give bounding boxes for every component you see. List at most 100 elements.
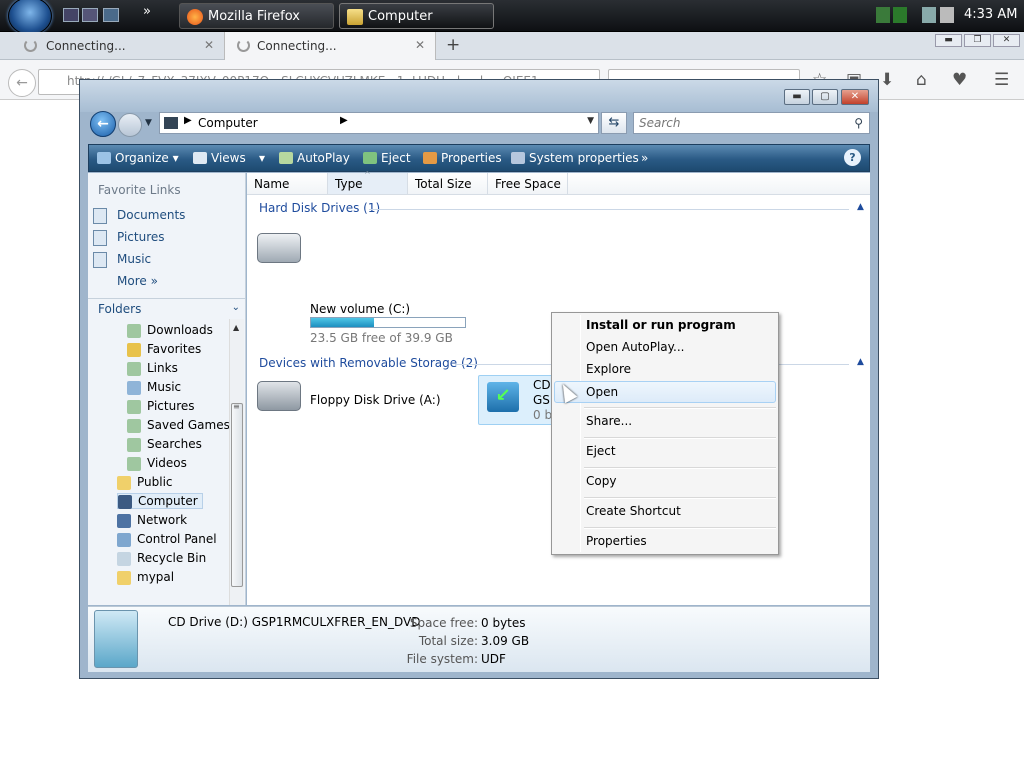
taskbar-button-firefox[interactable]: Mozilla Firefox — [179, 3, 334, 29]
scroll-thumb[interactable] — [231, 403, 243, 587]
search-icon[interactable]: ⚲ — [854, 116, 863, 130]
tree-item-label: Recycle Bin — [137, 551, 207, 565]
system-properties-button[interactable]: System properties — [511, 151, 639, 165]
tree-item-music[interactable]: Music — [127, 380, 181, 395]
cd-autoplay-icon[interactable]: ↙ — [487, 382, 519, 412]
taskbar-button-computer[interactable]: Computer — [339, 3, 494, 29]
show-desktop-icon[interactable] — [63, 8, 79, 22]
column-free-space[interactable]: Free Space — [488, 173, 568, 194]
scroll-up-icon[interactable]: ▲ — [233, 323, 239, 332]
tree-item-searches[interactable]: Searches — [127, 437, 202, 452]
collapse-group-icon[interactable]: ▲ — [857, 202, 864, 212]
explorer-titlebar[interactable]: ▬ ▢ ✕ — [80, 80, 878, 112]
fav-link-pictures[interactable]: Pictures — [93, 230, 165, 246]
hamburger-menu-icon[interactable]: ☰ — [994, 70, 1009, 90]
tree-item-public[interactable]: Public — [117, 475, 173, 490]
views-button[interactable]: Views — [193, 151, 246, 165]
computer-icon[interactable] — [82, 8, 98, 22]
tree-item-links[interactable]: Links — [127, 361, 178, 376]
tab-close-icon[interactable]: ✕ — [204, 38, 214, 52]
recent-pages-dropdown-icon[interactable]: ▼ — [145, 118, 152, 128]
more-commands-icon[interactable]: » — [641, 151, 648, 165]
column-name[interactable]: Name — [247, 173, 328, 194]
tree-item-label: Control Panel — [137, 532, 217, 546]
drive-a-name[interactable]: Floppy Disk Drive (A:) — [310, 393, 441, 407]
volume-muted-icon[interactable] — [940, 7, 954, 23]
window-switch-icon[interactable] — [103, 8, 119, 22]
fav-link-more[interactable]: More » — [93, 274, 158, 288]
tab-connecting-1[interactable]: Connecting... ✕ — [0, 32, 222, 60]
group-hard-disk-drives[interactable]: Hard Disk Drives (1) — [259, 201, 380, 215]
computer-icon — [118, 495, 132, 509]
maximize-button[interactable]: ▢ — [812, 89, 838, 105]
explorer-folder-icon — [347, 9, 363, 25]
security-shield-icon[interactable] — [876, 7, 890, 23]
tab-close-icon[interactable]: ✕ — [415, 38, 425, 52]
close-button[interactable]: ✕ — [841, 89, 869, 105]
folders-header[interactable]: Folders ⌄ — [88, 298, 246, 318]
properties-button[interactable]: Properties — [423, 151, 502, 165]
menu-item-properties[interactable]: Properties — [554, 531, 776, 553]
download-arrow-icon[interactable]: ⬇ — [880, 70, 894, 90]
eject-button[interactable]: Eject — [363, 151, 411, 165]
menu-item-install-or-run[interactable]: Install or run program — [554, 315, 776, 337]
back-button[interactable]: ← — [90, 111, 116, 137]
views-dropdown-icon[interactable]: ▾ — [259, 151, 265, 165]
new-tab-button[interactable]: + — [446, 35, 460, 55]
forward-button[interactable] — [118, 113, 142, 137]
tree-item-computer[interactable]: Computer — [117, 493, 203, 509]
start-button[interactable] — [8, 0, 52, 35]
tree-scrollbar[interactable]: ▲ ≡ — [229, 319, 244, 605]
clock[interactable]: 4:33 AM — [964, 7, 1017, 22]
search-input[interactable]: Search ⚲ — [633, 112, 870, 134]
breadcrumb-arrow-icon[interactable]: ▶ — [184, 115, 192, 126]
autoplay-button[interactable]: AutoPlay — [279, 151, 350, 165]
tree-item-pictures[interactable]: Pictures — [127, 399, 195, 414]
menu-item-open[interactable]: Open — [554, 381, 776, 403]
tree-item-control-panel[interactable]: Control Panel — [117, 532, 217, 547]
drive-c-name[interactable]: New volume (C:) — [310, 302, 410, 316]
menu-item-create-shortcut[interactable]: Create Shortcut — [554, 501, 776, 523]
back-arrow-icon[interactable]: ← — [8, 69, 36, 97]
tab-connecting-2[interactable]: Connecting... ✕ — [224, 32, 436, 60]
fav-link-documents[interactable]: Documents — [93, 208, 185, 224]
column-type[interactable]: Type ^ — [328, 170, 408, 194]
windows-update-icon[interactable] — [893, 7, 907, 23]
home-icon[interactable]: ⌂ — [916, 70, 927, 90]
organize-button[interactable]: Organize ▾ — [97, 151, 179, 165]
menu-item-eject[interactable]: Eject — [554, 441, 776, 463]
address-bar[interactable]: ▶ Computer ▶ ▼ — [159, 112, 599, 134]
fav-link-music[interactable]: Music — [93, 252, 151, 268]
ff-close-button[interactable]: ✕ — [993, 34, 1020, 47]
address-dropdown-icon[interactable]: ▼ — [587, 116, 594, 126]
quicklaunch-more-icon[interactable]: » — [143, 4, 151, 19]
breadcrumb-computer[interactable]: Computer — [198, 116, 258, 130]
context-menu: Install or run program Open AutoPlay... … — [551, 312, 779, 555]
hard-drive-icon[interactable] — [257, 233, 301, 263]
menu-item-share[interactable]: Share... — [554, 411, 776, 433]
menu-item-open-autoplay[interactable]: Open AutoPlay... — [554, 337, 776, 359]
tree-item-downloads[interactable]: Downloads — [127, 323, 213, 338]
group-removable-storage[interactable]: Devices with Removable Storage (2) — [259, 356, 478, 370]
help-icon[interactable]: ? — [844, 149, 861, 166]
breadcrumb-arrow-icon[interactable]: ▶ — [340, 115, 348, 126]
network-icon[interactable] — [922, 7, 936, 23]
floppy-drive-icon[interactable] — [257, 381, 301, 411]
menu-item-copy[interactable]: Copy — [554, 471, 776, 493]
minimize-button[interactable]: ▬ — [784, 89, 810, 105]
refresh-icon[interactable]: ⇆ — [601, 112, 627, 134]
menu-item-explore[interactable]: Explore — [554, 359, 776, 381]
column-total-size[interactable]: Total Size — [408, 173, 488, 194]
pocket-icon[interactable]: ♥ — [952, 70, 967, 90]
ff-minimize-button[interactable]: ▬ — [935, 34, 962, 47]
tree-item-favorites[interactable]: Favorites — [127, 342, 201, 357]
tree-item-videos[interactable]: Videos — [127, 456, 187, 471]
ff-restore-button[interactable]: ❐ — [964, 34, 991, 47]
tree-item-saved-games[interactable]: Saved Games — [127, 418, 230, 433]
group-divider — [369, 209, 849, 210]
tree-item-recycle-bin[interactable]: Recycle Bin — [117, 551, 207, 566]
taskbar-label: Computer — [368, 9, 433, 24]
collapse-group-icon[interactable]: ▲ — [857, 357, 864, 367]
tree-item-mypal[interactable]: mypal — [117, 570, 174, 585]
tree-item-network[interactable]: Network — [117, 513, 187, 528]
